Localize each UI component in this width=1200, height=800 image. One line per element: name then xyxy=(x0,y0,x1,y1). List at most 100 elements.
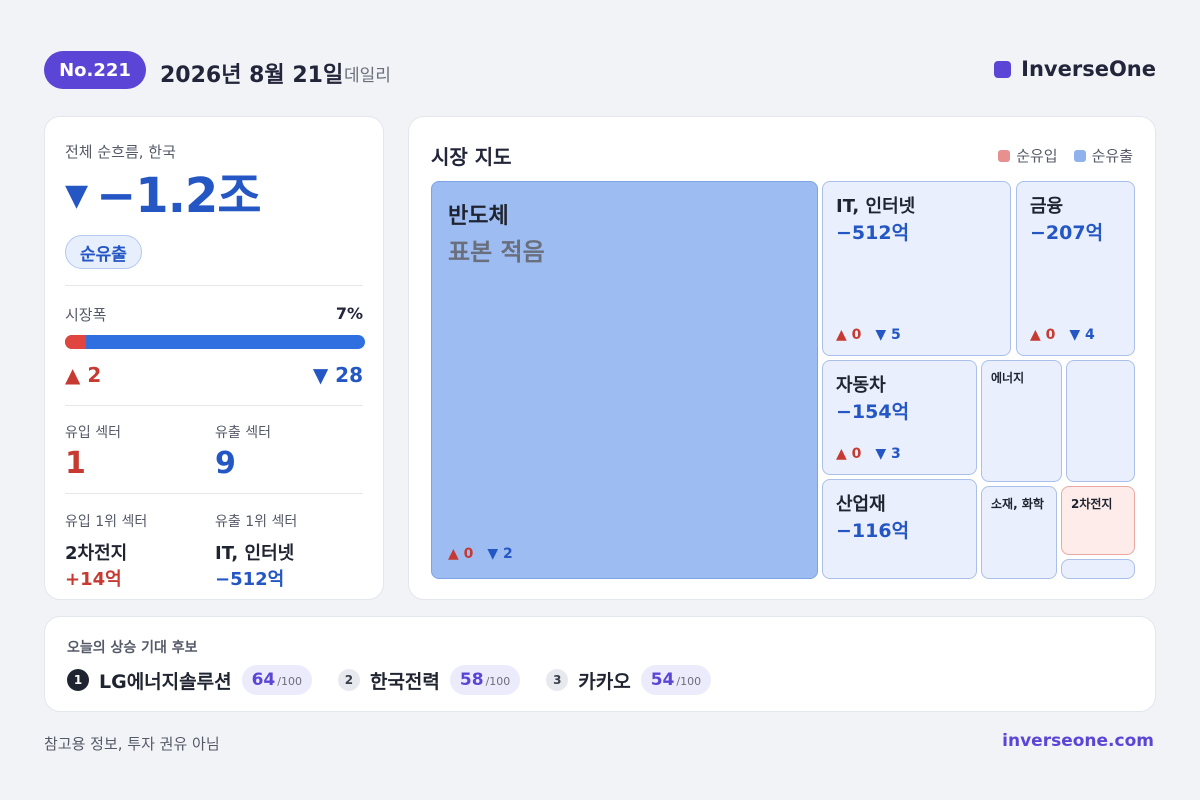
tile-value: −116억 xyxy=(836,520,910,542)
brand[interactable]: InverseOne xyxy=(994,57,1156,81)
outflow-sectors-stat: 유출 섹터 9 xyxy=(215,422,271,481)
candidate-name: 카카오 xyxy=(578,670,631,693)
brand-logo-icon xyxy=(994,60,1012,78)
tile-finance[interactable]: 금융 −207억 ▲ 0 ▼ 4 xyxy=(1016,181,1135,356)
top-inflow-name: 2차전지 xyxy=(65,543,128,564)
outflow-sectors-label: 유출 섹터 xyxy=(215,425,271,441)
inflow-sectors-count: 1 xyxy=(65,446,86,481)
tile-up-count: ▲ 0 xyxy=(448,546,474,562)
candidates-title: 오늘의 상승 기대 후보 xyxy=(67,640,198,656)
score-value: 58 xyxy=(459,670,484,690)
tile-name: 자동차 xyxy=(836,375,886,396)
top-inflow-label: 유입 1위 섹터 xyxy=(65,514,148,530)
down-arrow-icon: ▼ xyxy=(65,178,89,213)
outflow-sectors-count: 9 xyxy=(215,446,236,481)
inflow-sectors-label: 유입 섹터 xyxy=(65,425,121,441)
tile-name: 에너지 xyxy=(991,371,1025,385)
top-outflow-value: −512억 xyxy=(215,569,285,590)
header: No.221 2026년 8월 21일 데일리 InverseOne xyxy=(44,51,1156,89)
flow-direction-badge: 순유출 xyxy=(65,235,142,269)
top-outflow-stat: 유출 1위 섹터 IT, 인터넷 −512억 xyxy=(215,511,297,591)
score-max: /100 xyxy=(676,675,702,688)
tile-name: 2차전지 xyxy=(1071,497,1113,511)
candidates-card: 오늘의 상승 기대 후보 1 LG에너지솔루션 64 /100 2 한국전력 5… xyxy=(44,616,1156,712)
top-inflow-value: +14억 xyxy=(65,569,122,590)
legend-inflow: 순유입 xyxy=(998,145,1058,166)
issue-badge: No.221 xyxy=(44,51,146,89)
candidate-item[interactable]: 3 카카오 54 /100 xyxy=(546,665,712,695)
top-inflow-stat: 유입 1위 섹터 2차전지 +14억 xyxy=(65,511,147,591)
tile-value: −154억 xyxy=(836,401,910,423)
candidate-name: LG에너지솔루션 xyxy=(99,670,232,693)
tile-name: 금융 xyxy=(1030,196,1064,217)
inflow-sectors-stat: 유입 섹터 1 xyxy=(65,422,121,481)
report-date: 2026년 8월 21일 xyxy=(160,63,344,88)
tile-name: 소재, 화학 xyxy=(991,497,1044,511)
tile-semiconductor[interactable]: 반도체 표본 적음 ▲ 0 ▼ 2 xyxy=(431,181,818,579)
market-map-card: 시장 지도 순유입 순유출 반도체 표본 적음 ▲ 0 ▼ 2 IT, 인터넷 … xyxy=(408,116,1156,600)
tile-materials-chemicals[interactable]: 소재, 화학 xyxy=(981,486,1057,579)
candidate-score: 58 /100 xyxy=(449,665,521,695)
advancers-count: ▲ 2 xyxy=(65,363,102,387)
divider xyxy=(65,405,363,406)
rank-badge: 1 xyxy=(67,669,89,691)
brand-name: InverseOne xyxy=(1021,57,1156,81)
breadth-bar xyxy=(65,335,365,349)
tile-counts: ▲ 0 ▼ 5 xyxy=(836,327,901,343)
tile-down-count: ▼ 3 xyxy=(875,446,901,462)
tile-down-count: ▼ 4 xyxy=(1069,327,1095,343)
legend-outflow: 순유출 xyxy=(1073,145,1133,166)
tile-counts: ▲ 0 ▼ 4 xyxy=(1030,327,1095,343)
candidate-name: 한국전력 xyxy=(369,670,440,693)
tile-counts: ▲ 0 ▼ 3 xyxy=(836,446,901,462)
candidates-list: 1 LG에너지솔루션 64 /100 2 한국전력 58 /100 3 카카오 … xyxy=(67,665,712,695)
tile-value: −512억 xyxy=(836,222,910,244)
tile-name: 반도체 xyxy=(448,204,509,229)
tile-unlabeled[interactable] xyxy=(1066,360,1135,482)
breadth-percent: 7% xyxy=(335,304,363,323)
divider xyxy=(65,285,363,286)
tile-up-count: ▲ 0 xyxy=(836,327,862,343)
score-max: /100 xyxy=(277,675,302,688)
breadth-label: 시장폭 xyxy=(65,306,107,324)
site-link[interactable]: inverseone.com xyxy=(1002,731,1154,751)
tile-name: 산업재 xyxy=(836,494,886,515)
rank-badge: 2 xyxy=(337,669,360,691)
summary-title: 전체 순흐름, 한국 xyxy=(65,143,176,161)
map-legend: 순유입 순유출 xyxy=(998,145,1133,166)
divider xyxy=(65,493,363,494)
map-title: 시장 지도 xyxy=(431,145,512,169)
tile-up-count: ▲ 0 xyxy=(836,446,862,462)
legend-outflow-label: 순유출 xyxy=(1091,147,1133,165)
tile-counts: ▲ 0 ▼ 2 xyxy=(448,546,513,562)
tile-industrials[interactable]: 산업재 −116억 xyxy=(822,479,977,579)
tile-energy[interactable]: 에너지 xyxy=(981,360,1062,482)
inflow-swatch-icon xyxy=(998,149,1011,162)
candidate-score: 54 /100 xyxy=(640,665,712,695)
candidate-score: 64 /100 xyxy=(241,665,312,695)
top-outflow-name: IT, 인터넷 xyxy=(215,543,295,564)
tile-value: −207억 xyxy=(1030,222,1104,244)
outflow-swatch-icon xyxy=(1073,149,1086,162)
decliners-count: ▼ 28 xyxy=(312,363,363,387)
candidate-item[interactable]: 2 한국전력 58 /100 xyxy=(337,665,521,695)
top-outflow-label: 유출 1위 섹터 xyxy=(215,514,298,530)
tile-up-count: ▲ 0 xyxy=(1030,327,1056,343)
tile-auto[interactable]: 자동차 −154억 ▲ 0 ▼ 3 xyxy=(822,360,977,475)
tile-it-internet[interactable]: IT, 인터넷 −512억 ▲ 0 ▼ 5 xyxy=(822,181,1011,356)
tile-note: 표본 적음 xyxy=(448,238,545,266)
candidate-item[interactable]: 1 LG에너지솔루션 64 /100 xyxy=(67,665,312,695)
summary-card: 전체 순흐름, 한국 ▼ −1.2조 순유출 시장폭 7% ▲ 2 ▼ 28 유… xyxy=(44,116,384,600)
net-flow-total: ▼ −1.2조 xyxy=(65,167,262,225)
tile-unlabeled-small[interactable] xyxy=(1061,559,1135,579)
breadth-bar-fill xyxy=(65,335,86,349)
score-value: 64 xyxy=(251,670,276,690)
report-period: 데일리 xyxy=(344,66,391,86)
score-value: 54 xyxy=(650,670,675,690)
net-flow-value: −1.2조 xyxy=(96,168,261,224)
tile-down-count: ▼ 2 xyxy=(487,546,513,562)
tile-secondary-battery[interactable]: 2차전지 xyxy=(1061,486,1135,555)
disclaimer: 참고용 정보, 투자 권유 아님 xyxy=(44,735,220,753)
tile-down-count: ▼ 5 xyxy=(875,327,901,343)
tile-name: IT, 인터넷 xyxy=(836,196,916,217)
